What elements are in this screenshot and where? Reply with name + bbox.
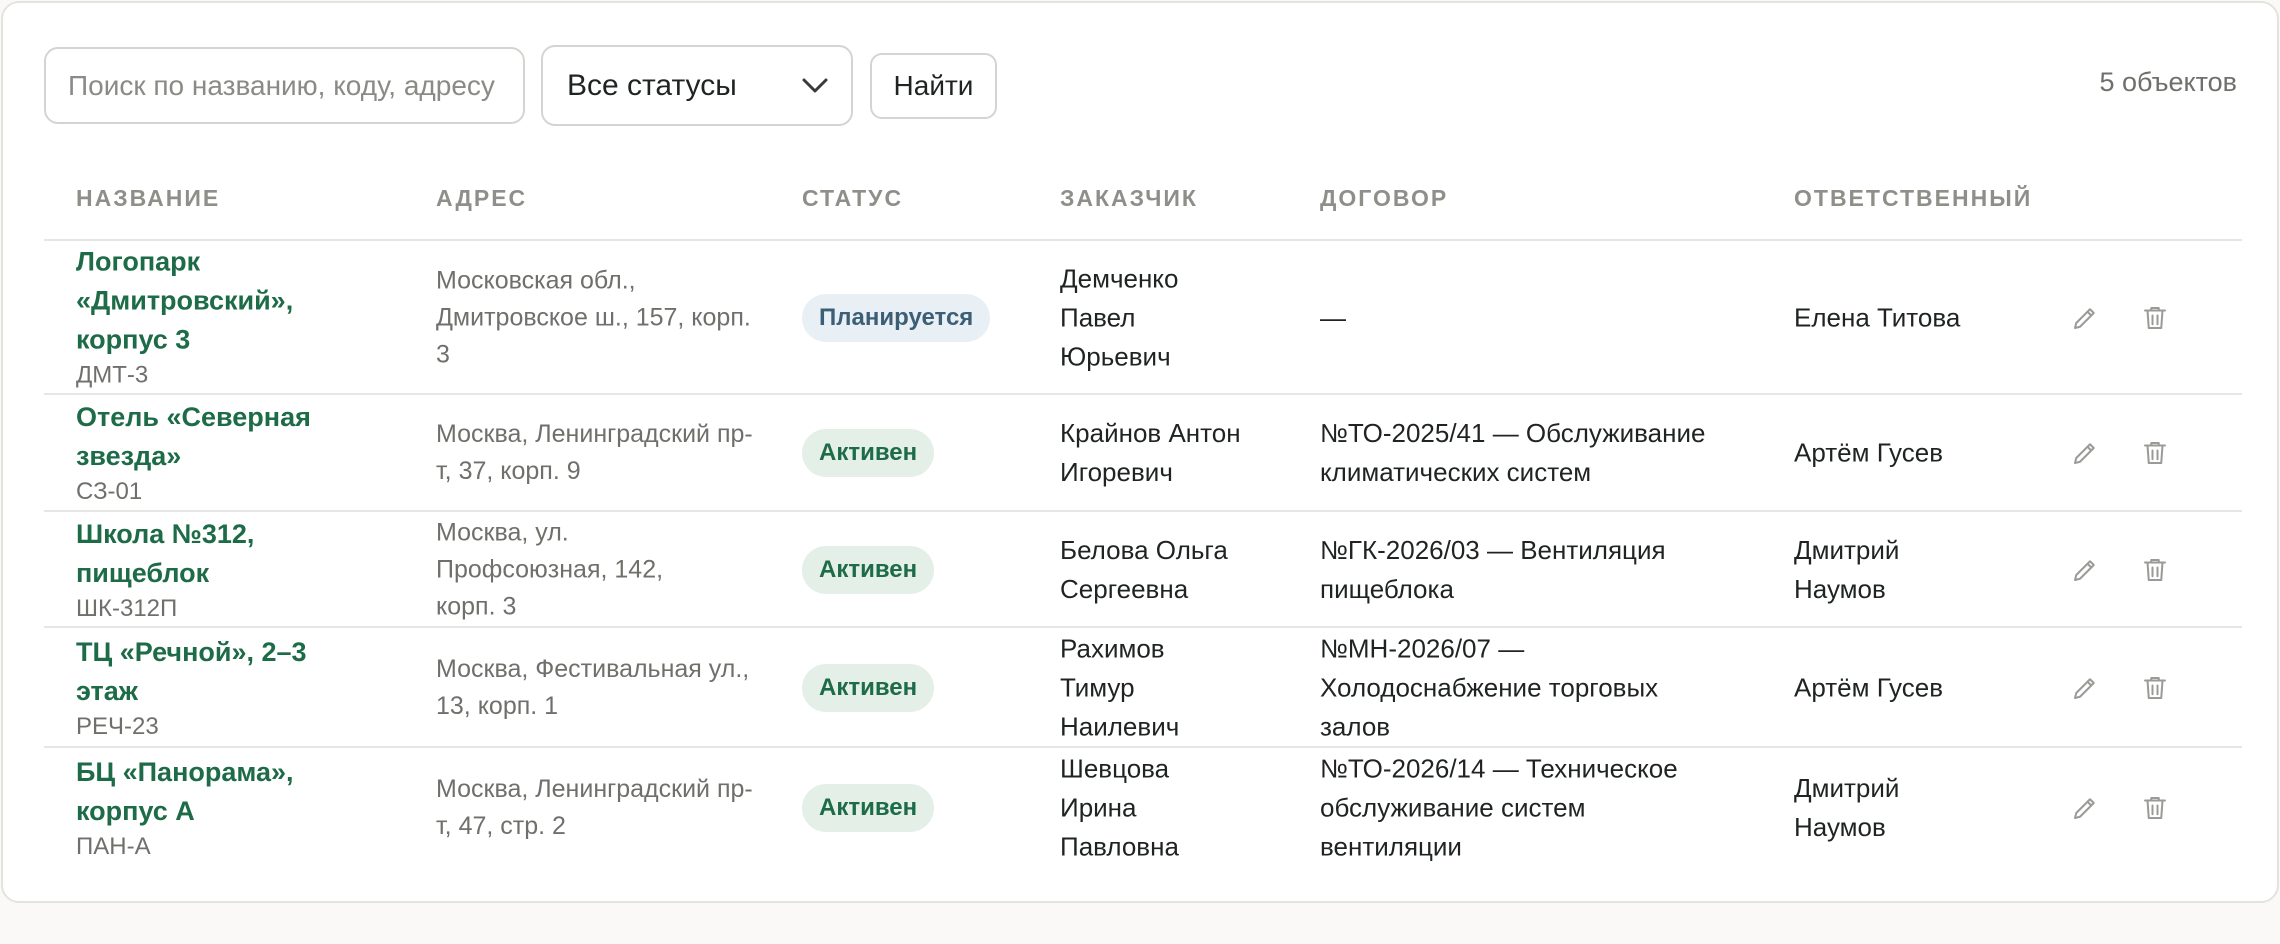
responsible-name: Артём Гусев (1794, 437, 1944, 468)
header-name: Название (76, 185, 221, 211)
responsible-name: Дмитрий Наумов (1794, 535, 1900, 604)
pencil-icon (2074, 560, 2095, 581)
object-name-link[interactable]: Логопарк «Дмитровский», корпус 3 (76, 243, 356, 360)
toolbar: Все статусы Найти 5 объектов (44, 45, 2277, 126)
customer-name: Крайнов Антон Игоревич (1060, 418, 1241, 487)
delete-button[interactable] (2135, 788, 2175, 828)
objects-panel: Все статусы Найти 5 объектов Название Ад… (1, 1, 2279, 903)
object-name-link[interactable]: БЦ «Панорама», корпус А (76, 753, 336, 831)
status-badge: Активен (802, 784, 935, 832)
table-row: Отель «Северная звезда» СЗ-01 Москва, Ле… (44, 395, 2242, 512)
status-badge: Активен (802, 429, 935, 477)
contract-text: — (1320, 302, 1346, 333)
object-name-link[interactable]: ТЦ «Речной», 2–3 этаж (76, 633, 336, 711)
object-address: Москва, ул. Профсоюзная, 142, корп. 3 (436, 518, 664, 621)
trash-icon (2144, 677, 2166, 699)
table-row: ТЦ «Речной», 2–3 этаж РЕЧ-23 Москва, Фес… (44, 628, 2242, 748)
search-input[interactable] (44, 47, 525, 124)
pencil-icon (2074, 308, 2095, 329)
trash-icon (2144, 797, 2166, 819)
object-address: Москва, Ленинградский пр-т, 37, корп. 9 (436, 420, 753, 485)
status-badge: Планируется (802, 294, 991, 342)
chevron-down-icon (802, 78, 828, 93)
delete-button[interactable] (2135, 298, 2175, 338)
header-customer: Заказчик (1060, 185, 1198, 211)
edit-button[interactable] (2065, 298, 2105, 338)
trash-icon (2144, 559, 2166, 581)
object-code: ПАН-А (76, 833, 151, 860)
status-filter-value: Все статусы (567, 68, 737, 102)
object-address: Москва, Фестивальная ул., 13, корп. 1 (436, 655, 750, 720)
responsible-name: Артём Гусев (1794, 672, 1944, 703)
objects-table: Название Адрес Статус Заказчик Договор О… (44, 163, 2242, 868)
contract-text: №ТО-2025/41 — Обслуживание климатических… (1320, 418, 1706, 487)
objects-count: 5 объектов (2099, 67, 2237, 97)
status-badge: Активен (802, 546, 935, 594)
header-contract: Договор (1320, 185, 1449, 211)
delete-button[interactable] (2135, 668, 2175, 708)
responsible-name: Дмитрий Наумов (1794, 773, 1900, 842)
customer-name: Шевцова Ирина Павловна (1060, 753, 1179, 862)
contract-text: №МН-2026/07 — Холодоснабжение торговых з… (1320, 633, 1659, 742)
responsible-name: Елена Титова (1794, 302, 1961, 333)
contract-text: №ТО-2026/14 — Техническое обслуживание с… (1320, 753, 1678, 862)
delete-button[interactable] (2135, 550, 2175, 590)
edit-button[interactable] (2065, 788, 2105, 828)
object-code: ДМТ-3 (76, 361, 149, 389)
customer-name: Рахимов Тимур Наилевич (1060, 633, 1180, 742)
pencil-icon (2074, 443, 2095, 464)
customer-name: Белова Ольга Сергеевна (1060, 535, 1228, 604)
trash-icon (2144, 442, 2166, 464)
object-name-link[interactable]: Школа №312, пищеблок (76, 515, 356, 593)
pencil-icon (2074, 798, 2095, 819)
object-code: СЗ-01 (76, 478, 143, 505)
status-badge: Активен (802, 664, 935, 712)
table-row: Логопарк «Дмитровский», корпус 3 ДМТ-3 М… (44, 241, 2242, 395)
edit-button[interactable] (2065, 550, 2105, 590)
status-filter-select[interactable]: Все статусы (541, 45, 853, 126)
contract-text: №ГК-2026/03 — Вентиляция пищеблока (1320, 535, 1666, 604)
object-address: Московская обл., Дмитровское ш., 157, ко… (436, 266, 751, 369)
edit-button[interactable] (2065, 433, 2105, 473)
find-button[interactable]: Найти (870, 53, 997, 119)
edit-button[interactable] (2065, 668, 2105, 708)
delete-button[interactable] (2135, 433, 2175, 473)
pencil-icon (2074, 678, 2095, 699)
customer-name: Демченко Павел Юрьевич (1060, 263, 1179, 372)
header-address: Адрес (436, 185, 528, 211)
object-code: ШК-312П (76, 595, 178, 622)
object-name-link[interactable]: Отель «Северная звезда» (76, 398, 356, 476)
trash-icon (2144, 307, 2166, 329)
table-header: Название Адрес Статус Заказчик Договор О… (44, 163, 2242, 241)
object-address: Москва, Ленинградский пр-т, 47, стр. 2 (436, 775, 753, 840)
object-code: РЕЧ-23 (76, 713, 159, 740)
table-row: БЦ «Панорама», корпус А ПАН-А Москва, Ле… (44, 748, 2242, 868)
table-row: Школа №312, пищеблок ШК-312П Москва, ул.… (44, 512, 2242, 628)
header-responsible: Ответственный (1794, 185, 2033, 211)
header-status: Статус (802, 185, 904, 211)
